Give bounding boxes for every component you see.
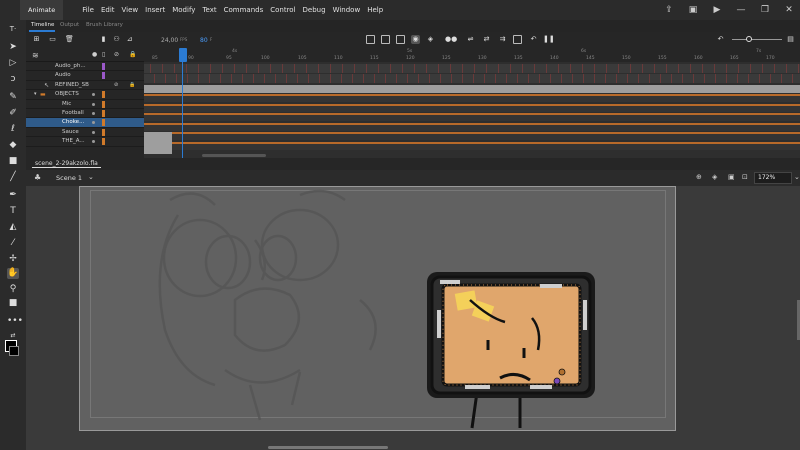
stage-horizontal-scrollbar[interactable] xyxy=(268,446,388,449)
corkboard-character xyxy=(427,272,595,429)
stage-artwork xyxy=(158,189,595,429)
ghost-character xyxy=(158,189,377,421)
